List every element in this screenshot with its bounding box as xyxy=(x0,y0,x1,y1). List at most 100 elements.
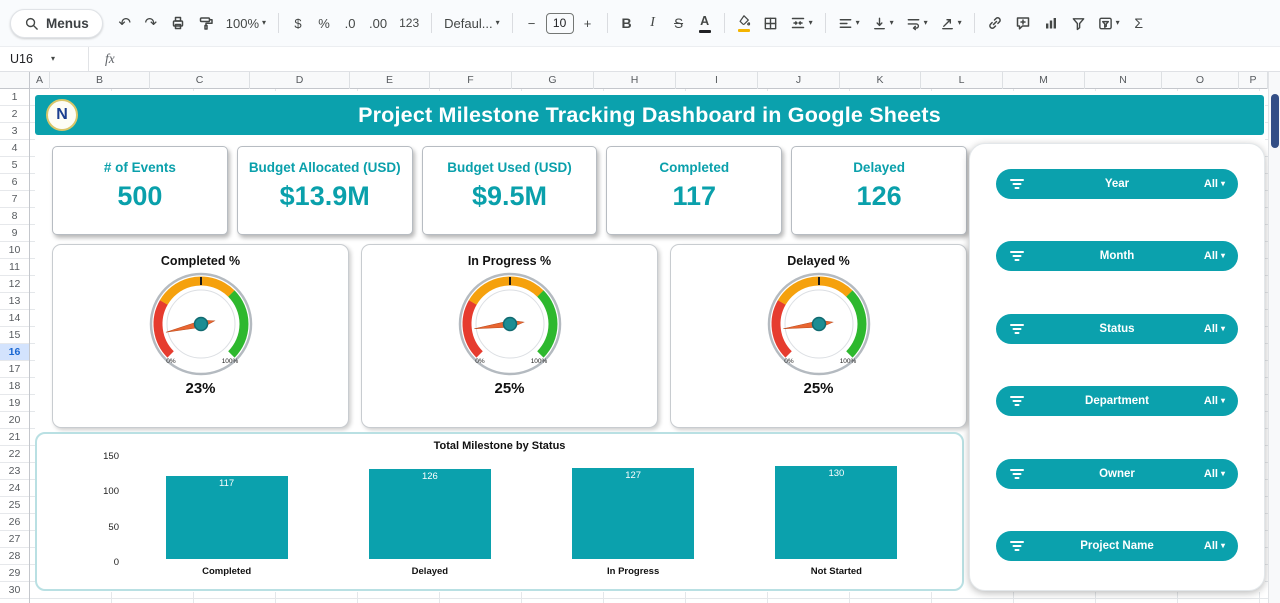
row-header-1[interactable]: 1 xyxy=(0,89,29,106)
vertical-align-button[interactable]: ▾ xyxy=(867,10,899,36)
column-header-F[interactable]: F xyxy=(430,72,512,89)
row-header-11[interactable]: 11 xyxy=(0,259,29,276)
gauge-min-label: 0% xyxy=(166,358,176,365)
menus-button[interactable]: Menus xyxy=(10,9,103,38)
insert-link-button[interactable] xyxy=(982,10,1008,36)
row-header-19[interactable]: 19 xyxy=(0,395,29,412)
column-header-M[interactable]: M xyxy=(1003,72,1085,89)
paint-format-button[interactable] xyxy=(193,10,219,36)
column-header-J[interactable]: J xyxy=(758,72,840,89)
italic-button[interactable]: I xyxy=(641,10,665,36)
row-header-4[interactable]: 4 xyxy=(0,140,29,157)
row-header-14[interactable]: 14 xyxy=(0,310,29,327)
undo-button[interactable]: ↶ xyxy=(113,10,137,36)
insert-comment-button[interactable] xyxy=(1010,10,1036,36)
row-header-24[interactable]: 24 xyxy=(0,480,29,497)
row-header-13[interactable]: 13 xyxy=(0,293,29,310)
format-percent-button[interactable]: % xyxy=(312,10,336,36)
print-button[interactable] xyxy=(165,10,191,36)
more-formats-button[interactable]: 123 xyxy=(394,10,424,36)
row-header-10[interactable]: 10 xyxy=(0,242,29,259)
row-header-16[interactable]: 16 xyxy=(0,344,29,361)
row-header-28[interactable]: 28 xyxy=(0,548,29,565)
gauge-chart[interactable]: Delayed % 0% 100% 25% xyxy=(670,244,967,428)
font-select[interactable]: Defaul... ▾ xyxy=(439,10,504,36)
column-header-C[interactable]: C xyxy=(150,72,250,89)
strikethrough-button[interactable]: S xyxy=(667,10,691,36)
row-header-26[interactable]: 26 xyxy=(0,514,29,531)
column-header-P[interactable]: P xyxy=(1239,72,1268,89)
increase-decimal-button[interactable]: .00 xyxy=(364,10,392,36)
row-header-3[interactable]: 3 xyxy=(0,123,29,140)
row-header-17[interactable]: 17 xyxy=(0,361,29,378)
vertical-scrollbar[interactable] xyxy=(1268,72,1280,603)
row-header-8[interactable]: 8 xyxy=(0,208,29,225)
format-currency-button[interactable]: $ xyxy=(286,10,310,36)
text-rotation-button[interactable]: ▾ xyxy=(935,10,967,36)
row-header-18[interactable]: 18 xyxy=(0,378,29,395)
column-header-I[interactable]: I xyxy=(676,72,758,89)
gauge-chart[interactable]: Completed % 0% 100% 23% xyxy=(52,244,349,428)
bar[interactable]: 130 xyxy=(775,466,897,559)
scrollbar-thumb[interactable] xyxy=(1271,94,1279,148)
bold-button[interactable]: B xyxy=(615,10,639,36)
zoom-select[interactable]: 100% ▾ xyxy=(221,10,271,36)
create-filter-button[interactable] xyxy=(1066,10,1091,36)
font-size-input[interactable] xyxy=(546,13,574,34)
row-header-27[interactable]: 27 xyxy=(0,531,29,548)
decrease-decimal-button[interactable]: .0 xyxy=(338,10,362,36)
bar[interactable]: 126 xyxy=(369,469,491,559)
bar-chart[interactable]: Total Milestone by Status 150100500 117 … xyxy=(35,432,964,591)
row-header-23[interactable]: 23 xyxy=(0,463,29,480)
row-header-2[interactable]: 2 xyxy=(0,106,29,123)
row-header-21[interactable]: 21 xyxy=(0,429,29,446)
fill-color-button[interactable] xyxy=(732,10,756,36)
borders-button[interactable] xyxy=(758,10,783,36)
filter-slicer[interactable]: Year All ▾ xyxy=(996,169,1238,199)
column-header-E[interactable]: E xyxy=(350,72,430,89)
filter-slicer[interactable]: Status All ▾ xyxy=(996,314,1238,344)
filter-label: Month xyxy=(996,250,1238,262)
gauge-chart[interactable]: In Progress % 0% 100% 25% xyxy=(361,244,658,428)
text-color-button[interactable]: A xyxy=(693,10,717,36)
merge-cells-button[interactable]: ▾ xyxy=(785,10,818,36)
select-all-corner[interactable] xyxy=(0,72,30,89)
decrease-font-size-button[interactable]: − xyxy=(520,10,544,36)
row-header-29[interactable]: 29 xyxy=(0,565,29,582)
row-header-5[interactable]: 5 xyxy=(0,157,29,174)
redo-button[interactable]: ↷ xyxy=(139,10,163,36)
filter-slicer[interactable]: Department All ▾ xyxy=(996,386,1238,416)
row-header-22[interactable]: 22 xyxy=(0,446,29,463)
filter-slicer[interactable]: Owner All ▾ xyxy=(996,459,1238,489)
horizontal-align-button[interactable]: ▾ xyxy=(833,10,865,36)
bar[interactable]: 127 xyxy=(572,468,694,559)
filter-slicer[interactable]: Project Name All ▾ xyxy=(996,531,1238,561)
column-header-B[interactable]: B xyxy=(50,72,150,89)
column-header-O[interactable]: O xyxy=(1162,72,1239,89)
column-header-H[interactable]: H xyxy=(594,72,676,89)
insert-chart-button[interactable] xyxy=(1038,10,1064,36)
row-header-30[interactable]: 30 xyxy=(0,582,29,599)
column-header-N[interactable]: N xyxy=(1085,72,1162,89)
name-box[interactable]: U16 ▾ xyxy=(0,47,88,71)
fill-color-icon xyxy=(737,14,751,32)
row-header-9[interactable]: 9 xyxy=(0,225,29,242)
column-header-K[interactable]: K xyxy=(840,72,921,89)
text-wrap-button[interactable]: ▾ xyxy=(901,10,933,36)
functions-button[interactable]: Σ xyxy=(1127,10,1151,36)
formula-input[interactable] xyxy=(129,47,1280,71)
filter-slicer[interactable]: Month All ▾ xyxy=(996,241,1238,271)
column-header-G[interactable]: G xyxy=(512,72,594,89)
column-header-L[interactable]: L xyxy=(921,72,1003,89)
filter-views-button[interactable]: ▾ xyxy=(1093,10,1125,36)
row-header-7[interactable]: 7 xyxy=(0,191,29,208)
row-header-15[interactable]: 15 xyxy=(0,327,29,344)
row-header-12[interactable]: 12 xyxy=(0,276,29,293)
column-header-A[interactable]: A xyxy=(30,72,50,89)
row-header-20[interactable]: 20 xyxy=(0,412,29,429)
row-header-25[interactable]: 25 xyxy=(0,497,29,514)
row-header-6[interactable]: 6 xyxy=(0,174,29,191)
column-header-D[interactable]: D xyxy=(250,72,350,89)
increase-font-size-button[interactable]: + xyxy=(576,10,600,36)
bar[interactable]: 117 xyxy=(166,476,288,559)
